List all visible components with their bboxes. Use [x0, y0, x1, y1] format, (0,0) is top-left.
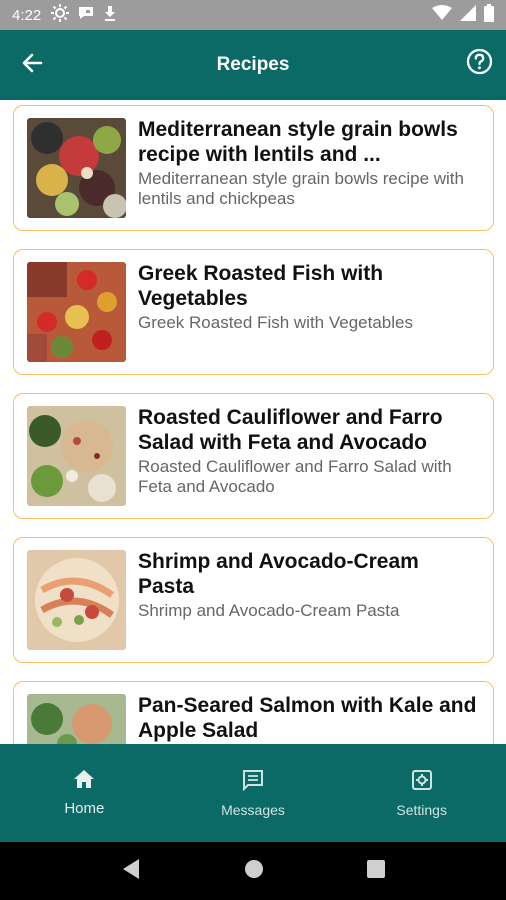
nav-messages[interactable]: Messages: [169, 744, 338, 842]
recipe-image: [27, 406, 126, 506]
status-bar: 4:22: [0, 0, 506, 30]
chat-bubble-icon: [77, 4, 95, 27]
recipe-subtitle: Greek Roasted Fish with Vegetables: [138, 313, 413, 332]
wifi-icon: [432, 4, 452, 26]
message-icon: [242, 769, 264, 796]
recipe-card[interactable]: Mediterranean style grain bowls recipe w…: [13, 105, 494, 231]
recipe-image: [27, 118, 126, 218]
recipe-card[interactable]: Pan-Seared Salmon with Kale and Apple Sa…: [13, 681, 494, 744]
recipe-subtitle: Mediterranean style grain bowls recipe w…: [138, 169, 464, 208]
home-icon: [73, 769, 95, 794]
help-button[interactable]: [464, 48, 494, 80]
recents-square-icon[interactable]: [366, 859, 385, 883]
recipe-title: Shrimp and Avocado-Cream Pasta: [138, 550, 419, 598]
back-triangle-icon[interactable]: [121, 858, 141, 885]
nav-home[interactable]: Home: [0, 744, 169, 842]
recipe-image: [27, 550, 126, 650]
recipe-card[interactable]: Shrimp and Avocado-Cream Pasta Shrimp an…: [13, 537, 494, 663]
system-nav-bar: [0, 842, 506, 900]
home-circle-icon[interactable]: [244, 859, 264, 884]
battery-icon: [484, 3, 494, 27]
back-button[interactable]: [18, 51, 46, 79]
settings-icon: [411, 769, 433, 796]
brightness-icon: [51, 3, 70, 27]
bottom-nav: Home Messages Settings: [0, 744, 506, 842]
help-circle-icon: [466, 48, 493, 80]
recipe-title: Roasted Cauliflower and Farro Salad with…: [138, 406, 443, 454]
status-time: 4:22: [12, 6, 42, 24]
nav-settings[interactable]: Settings: [337, 744, 506, 842]
recipes-screen: 4:22 Recipes Mediterranean style grain b…: [0, 0, 506, 900]
recipe-image: [27, 694, 126, 744]
recipe-title: Greek Roasted Fish with Vegetables: [138, 262, 384, 310]
download-icon: [103, 4, 117, 27]
recipe-title: Mediterranean style grain bowls recipe w…: [138, 118, 458, 166]
recipe-title: Pan-Seared Salmon with Kale and Apple Sa…: [138, 694, 477, 742]
nav-settings-label: Settings: [396, 802, 447, 818]
page-title: Recipes: [216, 54, 290, 75]
arrow-left-icon: [21, 52, 43, 79]
nav-home-label: Home: [64, 800, 105, 817]
recipe-subtitle: Shrimp and Avocado-Cream Pasta: [138, 601, 400, 620]
recipe-list[interactable]: Mediterranean style grain bowls recipe w…: [0, 100, 506, 744]
recipe-subtitle: Roasted Cauliflower and Farro Salad with…: [138, 457, 452, 496]
recipe-card[interactable]: Greek Roasted Fish with Vegetables Greek…: [13, 249, 494, 375]
signal-icon: [460, 4, 476, 26]
recipe-card[interactable]: Roasted Cauliflower and Farro Salad with…: [13, 393, 494, 519]
nav-messages-label: Messages: [221, 802, 285, 818]
app-bar: Recipes: [0, 30, 506, 100]
recipe-image: [27, 262, 126, 362]
